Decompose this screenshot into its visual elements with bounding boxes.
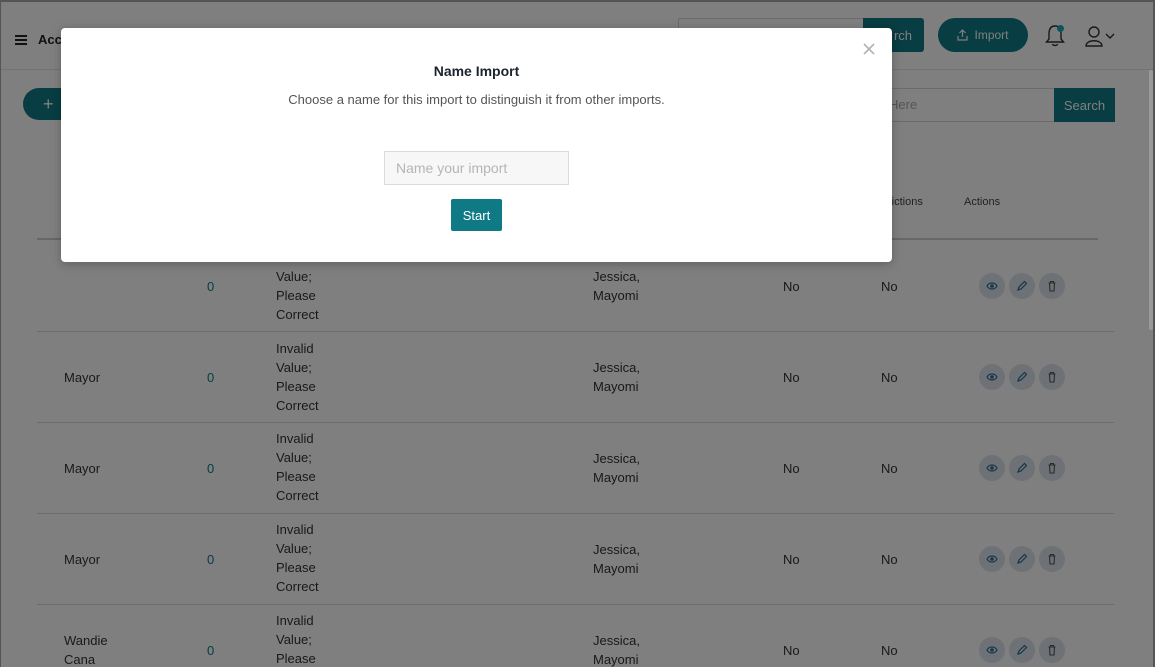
- modal-subtitle: Choose a name for this import to disting…: [288, 92, 665, 107]
- modal-title: Name Import: [433, 63, 520, 79]
- start-button[interactable]: Start: [451, 199, 502, 231]
- close-icon[interactable]: [862, 42, 876, 56]
- import-name-input[interactable]: [384, 151, 569, 185]
- name-import-modal: Name Import Choose a name for this impor…: [61, 28, 892, 262]
